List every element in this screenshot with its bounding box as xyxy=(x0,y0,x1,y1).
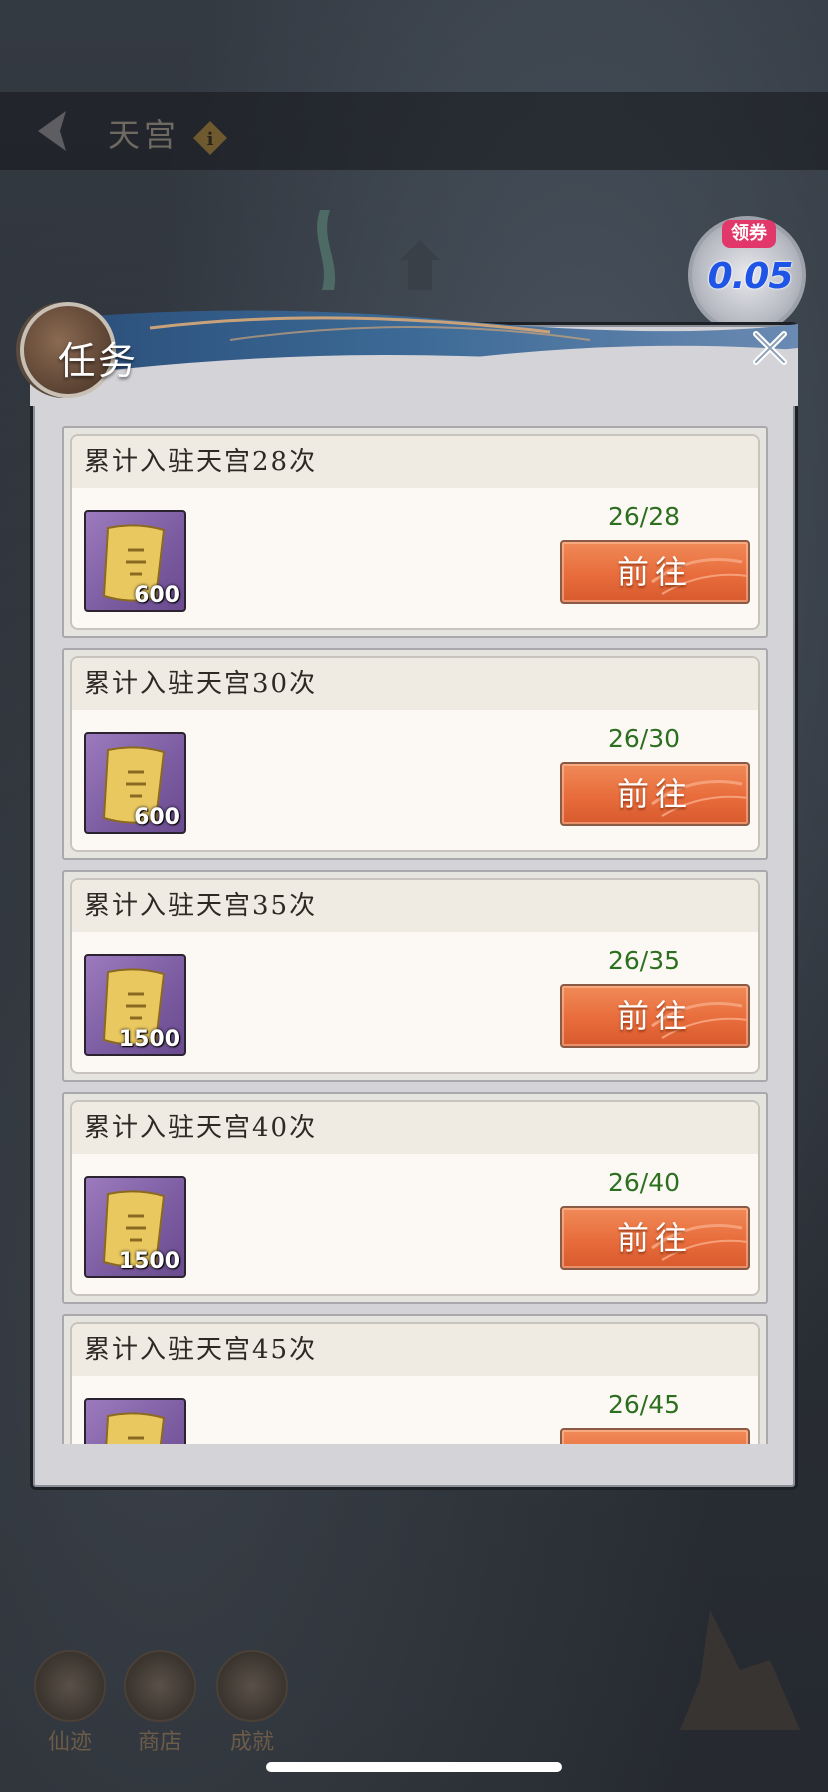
task-title: 累计入驻天宫35次 xyxy=(72,880,758,932)
task-inner: 累计入驻天宫35次 1500 26/35 前往 xyxy=(70,878,760,1074)
pavilion-icon xyxy=(317,210,440,290)
modal-title: 任务 xyxy=(58,339,139,383)
task-inner: 累计入驻天宫45次 26/45 前往 xyxy=(70,1322,760,1444)
back-arrow-icon[interactable] xyxy=(26,105,78,157)
nav-label: 仙迹 xyxy=(47,1730,92,1755)
header-wave-icon xyxy=(30,310,798,406)
task-inner: 累计入驻天宫30次 600 26/30 前往 xyxy=(70,656,760,852)
task-card: 累计入驻天宫28次 600 26/28 前往 xyxy=(62,426,768,638)
nav-label: 成就 xyxy=(229,1730,274,1755)
nav-xianji[interactable]: 仙迹 xyxy=(30,1650,110,1755)
task-inner: 累计入驻天宫28次 600 26/28 前往 xyxy=(70,434,760,630)
reward-count: 1500 xyxy=(118,1249,180,1274)
task-card: 累计入驻天宫40次 1500 26/40 前往 xyxy=(62,1092,768,1304)
task-card: 累计入驻天宫35次 1500 26/35 前往 xyxy=(62,870,768,1082)
reward-item[interactable]: 600 xyxy=(84,732,186,834)
nav-shop[interactable]: 商店 xyxy=(120,1650,200,1755)
nav-label: 商店 xyxy=(137,1730,182,1755)
home-indicator xyxy=(266,1762,562,1772)
go-button-label: 前往 xyxy=(616,775,693,813)
go-button[interactable]: 前往 xyxy=(560,984,750,1048)
info-icon[interactable]: i xyxy=(190,118,230,158)
voucher-value: 0.05 xyxy=(707,256,794,297)
reward-count: 600 xyxy=(134,805,180,830)
task-title: 累计入驻天宫40次 xyxy=(72,1102,758,1154)
task-list[interactable]: 累计入驻天宫28次 600 26/28 前往 累计入驻天宫30次 600 26/… xyxy=(62,426,768,1444)
task-progress: 26/35 xyxy=(607,946,681,975)
task-inner: 累计入驻天宫40次 1500 26/40 前往 xyxy=(70,1100,760,1296)
go-button[interactable]: 前往 xyxy=(560,540,750,604)
close-icon[interactable] xyxy=(748,326,792,370)
go-button-label: 前往 xyxy=(616,553,693,591)
go-button[interactable]: 前往 xyxy=(560,1428,750,1444)
scroll-icon xyxy=(105,1412,166,1444)
seal-stamp-icon xyxy=(680,1610,800,1730)
task-progress: 26/30 xyxy=(607,724,681,753)
go-button-label: 前往 xyxy=(617,1441,693,1444)
go-button[interactable]: 前往 xyxy=(560,1206,750,1270)
reward-item[interactable]: 1500 xyxy=(84,954,186,1056)
reward-count: 1500 xyxy=(118,1027,180,1052)
achievement-icon xyxy=(216,1650,288,1722)
task-progress: 26/45 xyxy=(607,1390,681,1419)
reward-count: 600 xyxy=(134,583,180,608)
xianji-icon xyxy=(34,1650,106,1722)
reward-item[interactable]: 600 xyxy=(84,510,186,612)
task-title: 累计入驻天宫45次 xyxy=(72,1324,758,1376)
reward-item[interactable] xyxy=(84,1398,186,1444)
task-progress: 26/40 xyxy=(607,1168,681,1197)
modal-header xyxy=(30,310,798,406)
go-button-label: 前往 xyxy=(616,997,693,1035)
task-card: 累计入驻天宫30次 600 26/30 前往 xyxy=(62,648,768,860)
shop-icon xyxy=(124,1650,196,1722)
nav-achievement[interactable]: 成就 xyxy=(212,1650,292,1755)
voucher-tag: 领券 xyxy=(722,220,776,248)
svg-text:i: i xyxy=(207,129,214,150)
scene-title: 天宫 xyxy=(108,116,181,154)
task-progress: 26/28 xyxy=(607,502,681,531)
task-title: 累计入驻天宫30次 xyxy=(72,658,758,710)
go-button[interactable]: 前往 xyxy=(560,762,750,826)
task-card: 累计入驻天宫45次 26/45 前往 xyxy=(62,1314,768,1444)
reward-item[interactable]: 1500 xyxy=(84,1176,186,1278)
go-button-label: 前往 xyxy=(616,1219,693,1257)
task-title: 累计入驻天宫28次 xyxy=(72,436,758,488)
